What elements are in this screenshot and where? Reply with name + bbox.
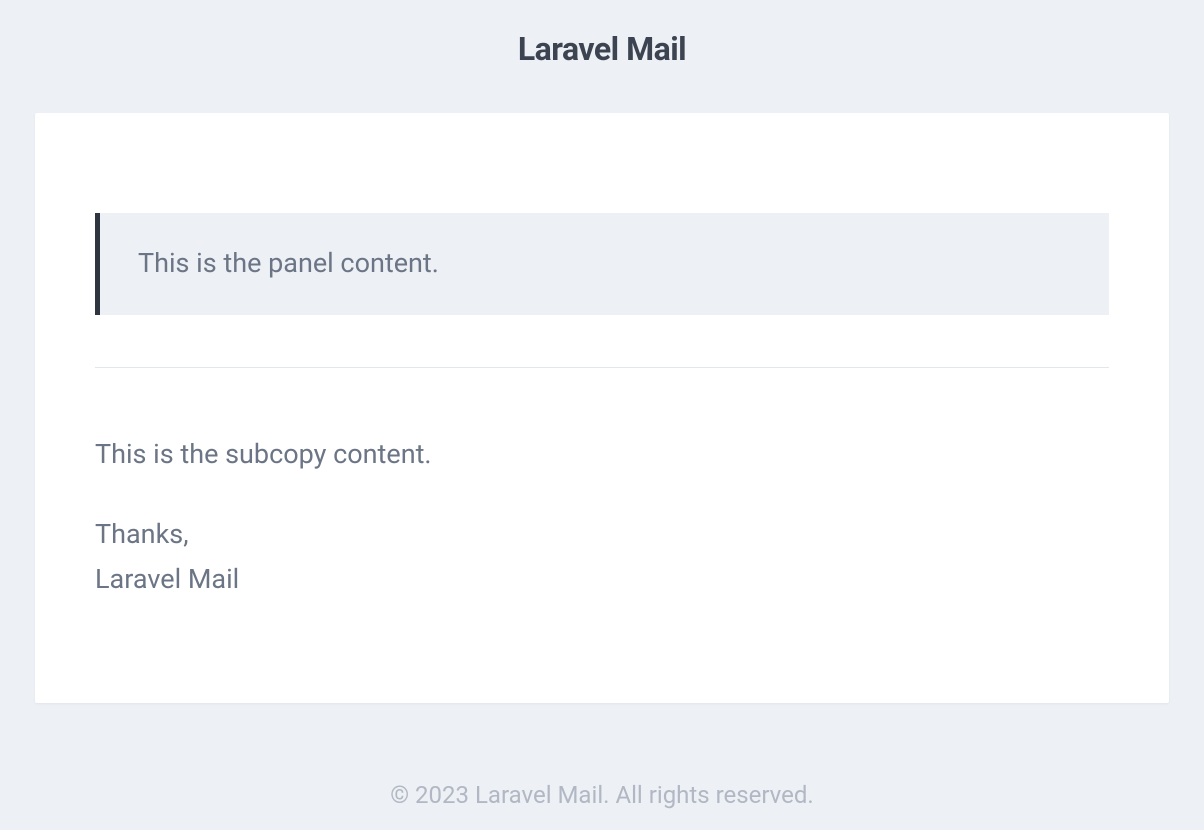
footer-copyright: © 2023 Laravel Mail. All rights reserved… [0,781,1204,809]
signoff-sender: Laravel Mail [95,563,239,595]
info-panel: This is the panel content. [95,213,1109,315]
email-body: This is the panel content. This is the s… [35,113,1169,703]
subcopy-text: This is the subcopy content. [95,436,1109,474]
divider [95,367,1109,368]
header-title: Laravel Mail [0,30,1204,68]
email-header: Laravel Mail [0,0,1204,113]
signoff: Thanks, Laravel Mail [95,512,1109,604]
panel-content: This is the panel content. [138,245,1071,283]
email-footer: © 2023 Laravel Mail. All rights reserved… [0,703,1204,809]
signoff-closing: Thanks, [95,518,189,550]
